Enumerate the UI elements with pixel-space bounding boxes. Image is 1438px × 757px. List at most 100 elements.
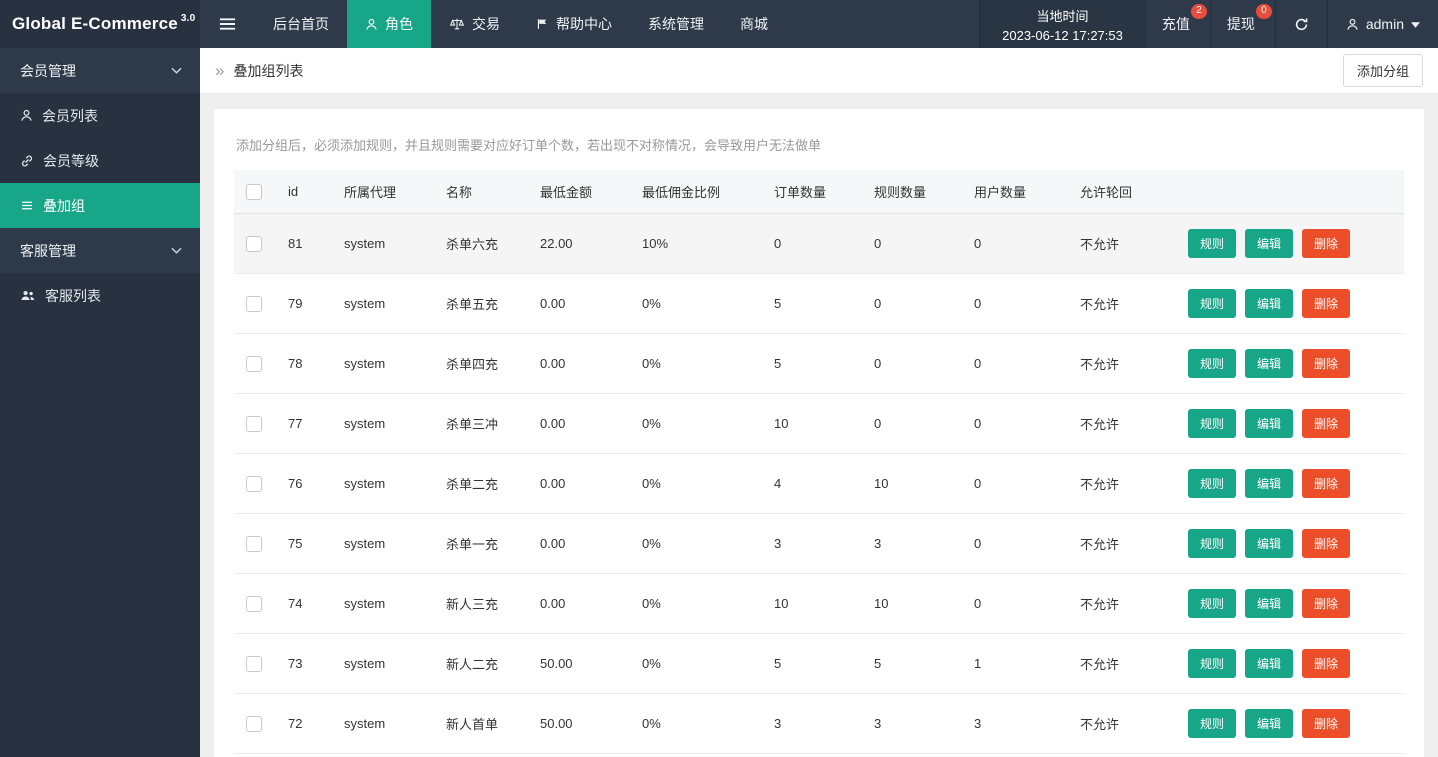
breadcrumb-icon: »: [215, 62, 224, 79]
delete-button[interactable]: 删除: [1302, 649, 1350, 678]
edit-button[interactable]: 编辑: [1245, 589, 1293, 618]
withdraw-button[interactable]: 提现 0: [1210, 0, 1275, 48]
edit-button[interactable]: 编辑: [1245, 709, 1293, 738]
row-checkbox[interactable]: [246, 596, 262, 612]
cell-id: 76: [280, 454, 336, 514]
delete-button[interactable]: 删除: [1302, 709, 1350, 738]
topnav-item[interactable]: 系统管理: [630, 0, 722, 48]
edit-button[interactable]: 编辑: [1245, 289, 1293, 318]
cell-min_amount: 0.00: [532, 274, 634, 334]
rule-button[interactable]: 规则: [1188, 709, 1236, 738]
row-checkbox[interactable]: [246, 476, 262, 492]
cell-id: 81: [280, 214, 336, 274]
withdraw-label: 提现: [1227, 14, 1255, 34]
local-time-value: 2023-06-12 17:27:53: [1002, 28, 1123, 43]
edit-button[interactable]: 编辑: [1245, 529, 1293, 558]
delete-button[interactable]: 删除: [1302, 409, 1350, 438]
table-row: 79system杀单五充0.000%500不允许规则编辑删除: [234, 274, 1404, 334]
delete-button[interactable]: 删除: [1302, 589, 1350, 618]
delete-button[interactable]: 删除: [1302, 529, 1350, 558]
topnav-item[interactable]: 后台首页: [255, 0, 347, 48]
cell-name: 杀单五充: [438, 274, 532, 334]
sidebar-item[interactable]: 会员列表: [0, 93, 200, 138]
chevron-down-icon: [171, 67, 182, 74]
edit-button[interactable]: 编辑: [1245, 229, 1293, 258]
table-header-row: id所属代理名称最低金额最低佣金比例订单数量规则数量用户数量允许轮回: [234, 170, 1404, 214]
column-header: 用户数量: [966, 170, 1072, 214]
cell-name: 杀单一充: [438, 514, 532, 574]
refresh-button[interactable]: [1275, 0, 1327, 48]
app-logo-version: 3.0: [181, 13, 196, 24]
sidebar-group[interactable]: 客服管理: [0, 228, 200, 273]
caret-down-icon: [1411, 20, 1420, 28]
table-row: 81system杀单六充22.0010%000不允许规则编辑删除: [234, 214, 1404, 274]
row-checkbox[interactable]: [246, 716, 262, 732]
sidebar-toggle-button[interactable]: [200, 0, 255, 48]
rule-button[interactable]: 规则: [1188, 409, 1236, 438]
users-icon: [20, 289, 36, 302]
sidebar-item-label: 客服列表: [45, 286, 101, 306]
sidebar-item-label: 叠加组: [43, 196, 85, 216]
edit-button[interactable]: 编辑: [1245, 409, 1293, 438]
rule-button[interactable]: 规则: [1188, 469, 1236, 498]
chevron-down-icon: [171, 247, 182, 254]
refresh-icon: [1294, 17, 1309, 32]
cell-orders: 4: [766, 454, 866, 514]
cell-users: 1: [966, 634, 1072, 694]
rule-button[interactable]: 规则: [1188, 289, 1236, 318]
content-card: 添加分组后，必须添加规则，并且规则需要对应好订单个数，若出现不对称情况，会导致用…: [214, 109, 1424, 757]
row-checkbox[interactable]: [246, 296, 262, 312]
cell-min_commission: 0%: [634, 274, 766, 334]
rule-button[interactable]: 规则: [1188, 229, 1236, 258]
topnav-item[interactable]: 帮助中心: [518, 0, 630, 48]
sidebar-item[interactable]: 叠加组: [0, 183, 200, 228]
topnav-item-label: 商城: [740, 14, 768, 34]
cell-loop: 不允许: [1072, 394, 1180, 454]
topnav-item-label: 角色: [385, 14, 413, 34]
rule-button[interactable]: 规则: [1188, 349, 1236, 378]
edit-button[interactable]: 编辑: [1245, 649, 1293, 678]
cell-name: 杀单四充: [438, 334, 532, 394]
add-group-button[interactable]: 添加分组: [1343, 54, 1423, 87]
sidebar-item[interactable]: 客服列表: [0, 273, 200, 318]
hamburger-icon: [219, 17, 236, 31]
topnav-item[interactable]: 角色: [347, 0, 431, 48]
cell-loop: 不允许: [1072, 634, 1180, 694]
cell-rules: 10: [866, 454, 966, 514]
row-checkbox[interactable]: [246, 536, 262, 552]
row-checkbox[interactable]: [246, 656, 262, 672]
cell-min_commission: 0%: [634, 634, 766, 694]
delete-button[interactable]: 删除: [1302, 469, 1350, 498]
topnav-item[interactable]: 交易: [431, 0, 518, 48]
user-menu[interactable]: admin: [1327, 0, 1438, 48]
rule-button[interactable]: 规则: [1188, 589, 1236, 618]
row-checkbox[interactable]: [246, 236, 262, 252]
recharge-button[interactable]: 充值 2: [1145, 0, 1210, 48]
cell-min_amount: 0.00: [532, 574, 634, 634]
cell-users: 0: [966, 454, 1072, 514]
delete-button[interactable]: 删除: [1302, 349, 1350, 378]
app-logo: Global E-Commerce 3.0: [0, 0, 200, 48]
sidebar-item[interactable]: 会员等级: [0, 138, 200, 183]
row-checkbox[interactable]: [246, 416, 262, 432]
cell-name: 新人二充: [438, 634, 532, 694]
edit-button[interactable]: 编辑: [1245, 469, 1293, 498]
username: admin: [1366, 16, 1404, 32]
cell-agent: system: [336, 454, 438, 514]
column-header: 允许轮回: [1072, 170, 1180, 214]
delete-button[interactable]: 删除: [1302, 289, 1350, 318]
recharge-badge: 2: [1191, 4, 1207, 19]
edit-button[interactable]: 编辑: [1245, 349, 1293, 378]
cell-orders: 10: [766, 394, 866, 454]
rule-button[interactable]: 规则: [1188, 649, 1236, 678]
cell-id: 79: [280, 274, 336, 334]
topnav-item[interactable]: 商城: [722, 0, 786, 48]
sidebar-group[interactable]: 会员管理: [0, 48, 200, 93]
hint-text: 添加分组后，必须添加规则，并且规则需要对应好订单个数，若出现不对称情况，会导致用…: [236, 135, 1404, 154]
column-header: 订单数量: [766, 170, 866, 214]
rule-button[interactable]: 规则: [1188, 529, 1236, 558]
row-checkbox[interactable]: [246, 356, 262, 372]
select-all-checkbox[interactable]: [246, 184, 262, 200]
delete-button[interactable]: 删除: [1302, 229, 1350, 258]
cell-users: 0: [966, 514, 1072, 574]
